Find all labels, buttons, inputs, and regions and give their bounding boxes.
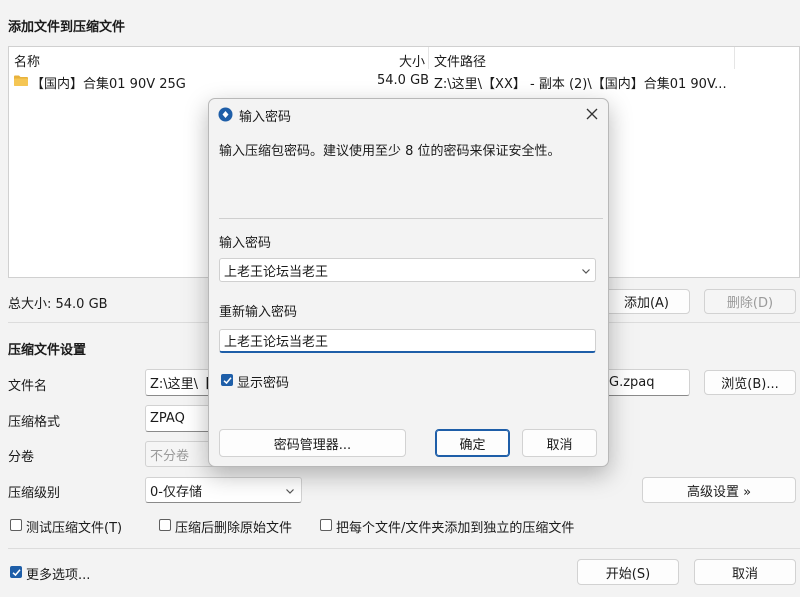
ok-button[interactable]: 确定	[435, 429, 510, 457]
file-row-size: 54.0 GB	[377, 73, 430, 88]
confirm-password-input[interactable]: 上老王论坛当老王	[219, 329, 596, 353]
password-dialog: 输入密码 输入压缩包密码。建议使用至少 8 位的密码来保证安全性。 输入密码 上…	[208, 98, 609, 467]
separate-archives-checkbox[interactable]	[320, 519, 332, 531]
window-title: 添加文件到压缩文件	[8, 20, 126, 35]
folder-icon	[14, 75, 28, 86]
test-archive-checkbox[interactable]	[10, 519, 22, 531]
chevron-down-icon	[286, 489, 294, 494]
show-password-label[interactable]: 显示密码	[237, 372, 289, 391]
add-button[interactable]: 添加(A)	[603, 289, 690, 314]
delete-after-checkbox[interactable]	[159, 519, 171, 531]
remove-button[interactable]: 删除(D)	[704, 289, 796, 314]
delete-after-label[interactable]: 压缩后删除原始文件	[175, 517, 292, 536]
level-label: 压缩级别	[8, 486, 61, 501]
more-options-checkbox[interactable]	[10, 566, 22, 578]
chevron-down-icon[interactable]	[581, 266, 591, 276]
column-separator[interactable]	[734, 47, 735, 69]
browse-button[interactable]: 浏览(B)...	[704, 370, 796, 395]
dialog-title: 输入密码	[239, 110, 292, 125]
column-separator[interactable]	[428, 47, 429, 69]
more-options-label[interactable]: 更多选项...	[26, 564, 90, 583]
app-icon	[218, 107, 233, 122]
cancel-button[interactable]: 取消	[694, 559, 796, 585]
dialog-description: 输入压缩包密码。建议使用至少 8 位的密码来保证安全性。	[219, 144, 561, 159]
column-header-path[interactable]: 文件路径	[434, 51, 486, 70]
show-password-checkbox[interactable]	[221, 374, 233, 386]
dialog-divider	[219, 218, 603, 219]
settings-section-title: 压缩文件设置	[8, 343, 87, 358]
file-row-name[interactable]: 【国内】合集01 90V 25G	[31, 73, 186, 92]
filename-label: 文件名	[8, 379, 48, 394]
advanced-settings-button[interactable]: 高级设置 »	[642, 477, 796, 503]
filename-value: Z:\这里\【	[150, 377, 212, 392]
password-manager-button[interactable]: 密码管理器...	[219, 429, 406, 457]
checkmark-icon	[12, 568, 21, 576]
split-label: 分卷	[8, 450, 35, 465]
password-input[interactable]: 上老王论坛当老王	[219, 258, 596, 282]
file-row-path: Z:\这里\【XX】 - 副本 (2)\【国内】合集01 90V...	[434, 77, 727, 92]
checkmark-icon	[223, 376, 232, 384]
column-header-name[interactable]: 名称	[14, 51, 40, 70]
confirm-password-label: 重新输入密码	[219, 305, 298, 320]
close-icon[interactable]	[586, 108, 598, 120]
dialog-cancel-button[interactable]: 取消	[522, 429, 597, 457]
password-value: 上老王论坛当老王	[224, 264, 329, 280]
divider	[8, 548, 800, 549]
level-value: 0-仅存储	[150, 484, 202, 500]
filename-suffix: G.zpaq	[609, 375, 655, 390]
password-label: 输入密码	[219, 236, 272, 251]
test-archive-label[interactable]: 测试压缩文件(T)	[26, 517, 122, 536]
separate-archives-label[interactable]: 把每个文件/文件夹添加到独立的压缩文件	[336, 517, 574, 536]
start-button[interactable]: 开始(S)	[577, 559, 679, 585]
column-header-size[interactable]: 大小	[399, 51, 425, 70]
format-label: 压缩格式	[8, 415, 61, 430]
format-value: ZPAQ	[150, 411, 185, 426]
confirm-password-value: 上老王论坛当老王	[224, 335, 329, 350]
split-value: 不分卷	[150, 448, 190, 464]
level-select[interactable]: 0-仅存储	[145, 477, 302, 503]
total-size: 总大小: 54.0 GB	[8, 297, 108, 312]
